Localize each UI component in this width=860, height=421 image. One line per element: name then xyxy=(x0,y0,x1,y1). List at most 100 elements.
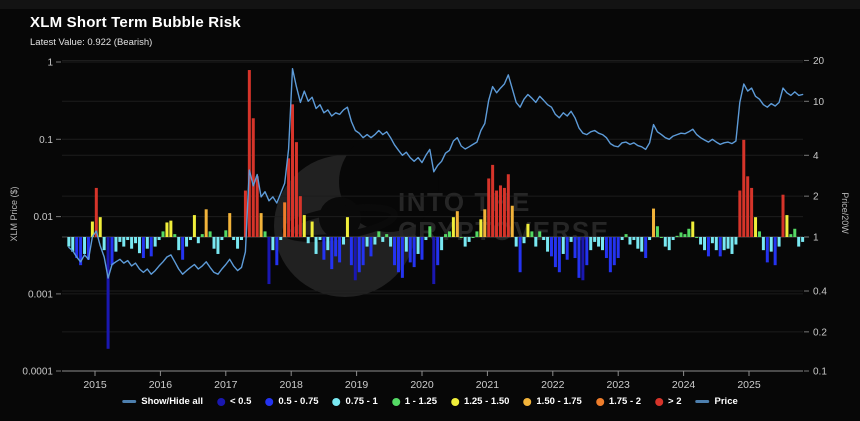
risk-bar xyxy=(409,237,412,262)
risk-bar xyxy=(762,237,765,250)
risk-bar xyxy=(283,202,286,237)
risk-bar xyxy=(676,236,679,237)
legend-band-dot-icon xyxy=(596,398,604,406)
risk-bar xyxy=(83,237,86,254)
risk-bar xyxy=(436,237,439,265)
legend-item-0-75-1[interactable]: 0.75 - 1 xyxy=(333,396,378,407)
risk-bar xyxy=(413,237,416,267)
legend-band-dot-icon xyxy=(451,398,459,406)
risk-bar xyxy=(256,176,259,237)
risk-bar xyxy=(687,229,690,237)
risk-bar xyxy=(472,237,475,238)
risk-bar xyxy=(134,237,137,243)
risk-bar xyxy=(122,237,125,247)
risk-bar xyxy=(464,237,467,247)
risk-bar xyxy=(577,237,580,278)
risk-bar xyxy=(479,219,482,237)
risk-bar xyxy=(719,237,722,256)
risk-bar xyxy=(613,237,616,265)
risk-bar xyxy=(307,237,310,243)
risk-bar xyxy=(287,158,290,237)
risk-bar xyxy=(519,237,522,272)
bubble-risk-chart-page: XLM Short Term Bubble Risk Latest Value:… xyxy=(0,0,860,421)
legend-band-dot-icon xyxy=(265,398,273,406)
risk-bar xyxy=(252,118,255,237)
right-axis-tick-label: 0.1 xyxy=(813,367,827,378)
risk-bar xyxy=(542,237,545,240)
risk-bar xyxy=(279,237,282,240)
risk-bar xyxy=(507,174,510,237)
x-axis-tick-label: 2019 xyxy=(345,379,369,391)
risk-bar xyxy=(267,237,270,284)
risk-bar xyxy=(185,237,188,247)
risk-bar xyxy=(534,237,537,247)
risk-bar xyxy=(291,104,294,237)
legend-item-label: Price xyxy=(715,396,738,407)
risk-bar xyxy=(173,234,176,237)
risk-bar xyxy=(330,237,333,269)
risk-bar xyxy=(126,237,129,240)
risk-bar xyxy=(593,237,596,242)
legend-line-icon xyxy=(696,400,710,403)
legend-item-show-hide-all[interactable]: Show/Hide all xyxy=(122,396,203,407)
risk-bar xyxy=(232,237,235,240)
legend-item-2[interactable]: > 2 xyxy=(655,396,681,407)
risk-bar xyxy=(738,191,741,237)
risk-bar xyxy=(495,191,498,237)
legend-item-1-1-25[interactable]: 1 - 1.25 xyxy=(392,396,437,407)
risk-bar xyxy=(468,237,471,242)
risk-bar xyxy=(393,237,396,265)
legend-item-0-5-0-75[interactable]: 0.5 - 0.75 xyxy=(265,396,318,407)
risk-bar xyxy=(67,237,70,247)
legend-item-label: < 0.5 xyxy=(230,396,251,407)
risk-bar xyxy=(723,237,726,250)
risk-bar xyxy=(734,237,737,245)
right-axis-tick-label: 2 xyxy=(813,192,819,203)
right-axis-tick-label: 10 xyxy=(813,97,825,108)
risk-bar xyxy=(99,217,102,237)
x-axis-tick-label: 2021 xyxy=(476,379,500,391)
risk-bar xyxy=(338,237,341,262)
x-axis-tick-label: 2022 xyxy=(541,379,565,391)
legend-item-1-25-1-50[interactable]: 1.25 - 1.50 xyxy=(451,396,509,407)
risk-bar xyxy=(373,237,376,245)
risk-bar xyxy=(644,237,647,258)
risk-bar xyxy=(405,237,408,252)
risk-bar xyxy=(224,230,227,237)
right-axis-tick-label: 0.4 xyxy=(813,287,827,298)
risk-bar xyxy=(562,237,565,254)
left-axis-tick-label: 0.0001 xyxy=(22,367,53,378)
x-axis-tick-label: 2018 xyxy=(280,379,304,391)
risk-bar xyxy=(417,237,420,254)
legend-item-1-50-1-75[interactable]: 1.50 - 1.75 xyxy=(523,396,581,407)
risk-bar xyxy=(625,234,628,237)
risk-bar xyxy=(162,231,165,237)
risk-bar xyxy=(679,232,682,237)
legend-item-1-75-2[interactable]: 1.75 - 2 xyxy=(596,396,641,407)
risk-chart-plot-area[interactable]: 2015201620172018201920202021202220232024… xyxy=(0,0,860,421)
risk-bar xyxy=(377,231,380,237)
risk-bar xyxy=(236,237,239,249)
risk-bar xyxy=(326,237,329,250)
risk-bar xyxy=(322,237,325,260)
risk-bar xyxy=(711,237,714,243)
risk-bar xyxy=(452,217,455,237)
risk-bar xyxy=(366,237,369,247)
risk-bar xyxy=(656,226,659,237)
legend-item-price[interactable]: Price xyxy=(696,396,738,407)
left-axis-tick-label: 0.1 xyxy=(39,135,53,146)
risk-bar xyxy=(181,237,184,260)
risk-bar xyxy=(570,237,573,242)
risk-bar xyxy=(636,237,639,249)
risk-bar xyxy=(754,217,757,237)
risk-bar xyxy=(491,165,494,237)
risk-bar xyxy=(177,237,180,250)
risk-bar xyxy=(220,237,223,240)
risk-bar xyxy=(275,237,278,265)
legend-item-label: 1 - 1.25 xyxy=(405,396,437,407)
legend-item-0-5[interactable]: < 0.5 xyxy=(217,396,251,407)
risk-bar xyxy=(318,237,321,240)
risk-bar xyxy=(617,237,620,258)
risk-bar xyxy=(432,237,435,284)
risk-bar xyxy=(165,222,168,237)
